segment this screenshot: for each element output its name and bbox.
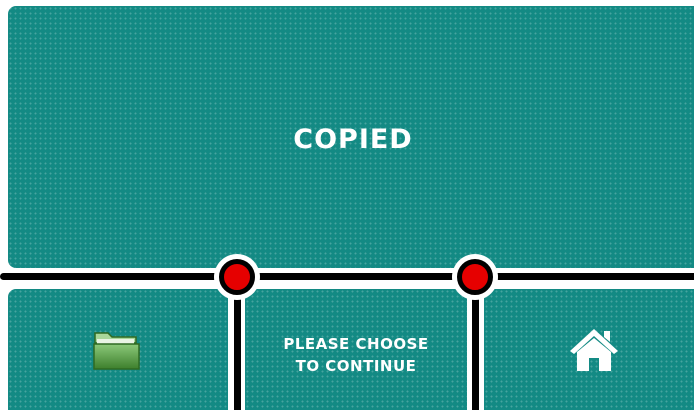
prompt-line-1: PLEASE CHOOSE	[283, 335, 429, 353]
track-node-right	[457, 259, 493, 295]
app-screen: COPIED PLEASE CHOOSE TO CONTINUE	[0, 0, 694, 410]
home-icon[interactable]	[568, 325, 620, 373]
folder-icon[interactable]	[92, 327, 142, 373]
prompt-line-2: TO CONTINUE	[295, 357, 417, 375]
status-panel: COPIED	[8, 6, 694, 268]
track-horizontal	[0, 273, 694, 280]
status-title: COPIED	[293, 124, 413, 155]
track-node-left	[219, 259, 255, 295]
track-divider-left	[234, 280, 241, 410]
track-divider-right	[472, 280, 479, 410]
continue-prompt: PLEASE CHOOSE TO CONTINUE	[245, 333, 467, 377]
